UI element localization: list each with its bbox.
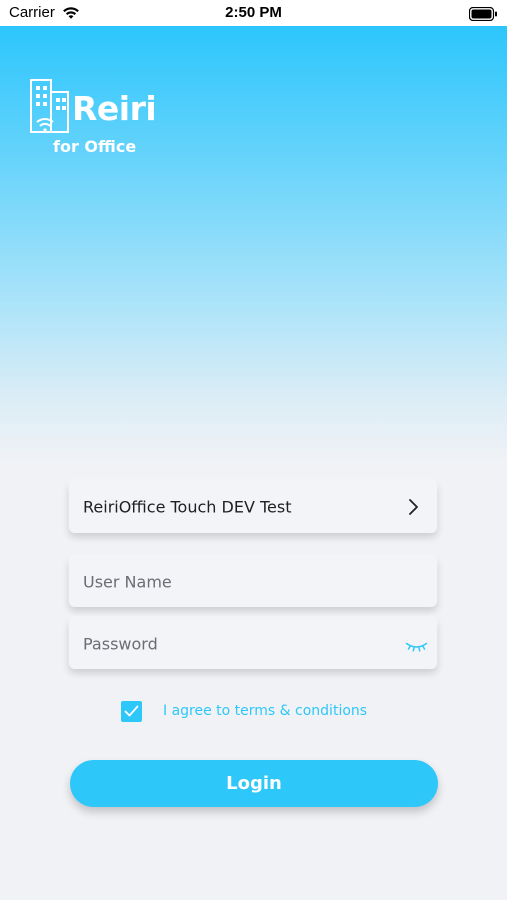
app-logo: Reiri for Office — [29, 78, 169, 162]
status-time: 2:50 PM — [225, 4, 282, 21]
username-placeholder: User Name — [83, 572, 172, 591]
username-field[interactable]: User Name — [69, 556, 437, 607]
login-button[interactable]: Login — [70, 760, 438, 807]
login-screen: Carrier 2:50 PM Reiri for Office ReiriOf… — [0, 0, 507, 900]
terms-row: I agree to terms & conditions — [121, 701, 421, 723]
terms-checkbox[interactable] — [121, 701, 142, 722]
terms-link[interactable]: I agree to terms & conditions — [163, 703, 367, 719]
password-field[interactable]: Password — [69, 618, 437, 669]
password-placeholder: Password — [83, 634, 158, 653]
status-bar: Carrier 2:50 PM — [0, 0, 507, 26]
site-selector-value: ReiriOffice Touch DEV Test — [83, 497, 292, 517]
battery-icon — [468, 6, 498, 25]
chevron-right-icon — [408, 498, 419, 520]
building-wifi-icon — [29, 78, 71, 138]
eye-closed-icon[interactable] — [405, 638, 428, 657]
logo-brand: Reiri — [72, 89, 157, 128]
site-selector[interactable]: ReiriOffice Touch DEV Test — [69, 481, 437, 533]
logo-subtitle: for Office — [53, 137, 137, 156]
